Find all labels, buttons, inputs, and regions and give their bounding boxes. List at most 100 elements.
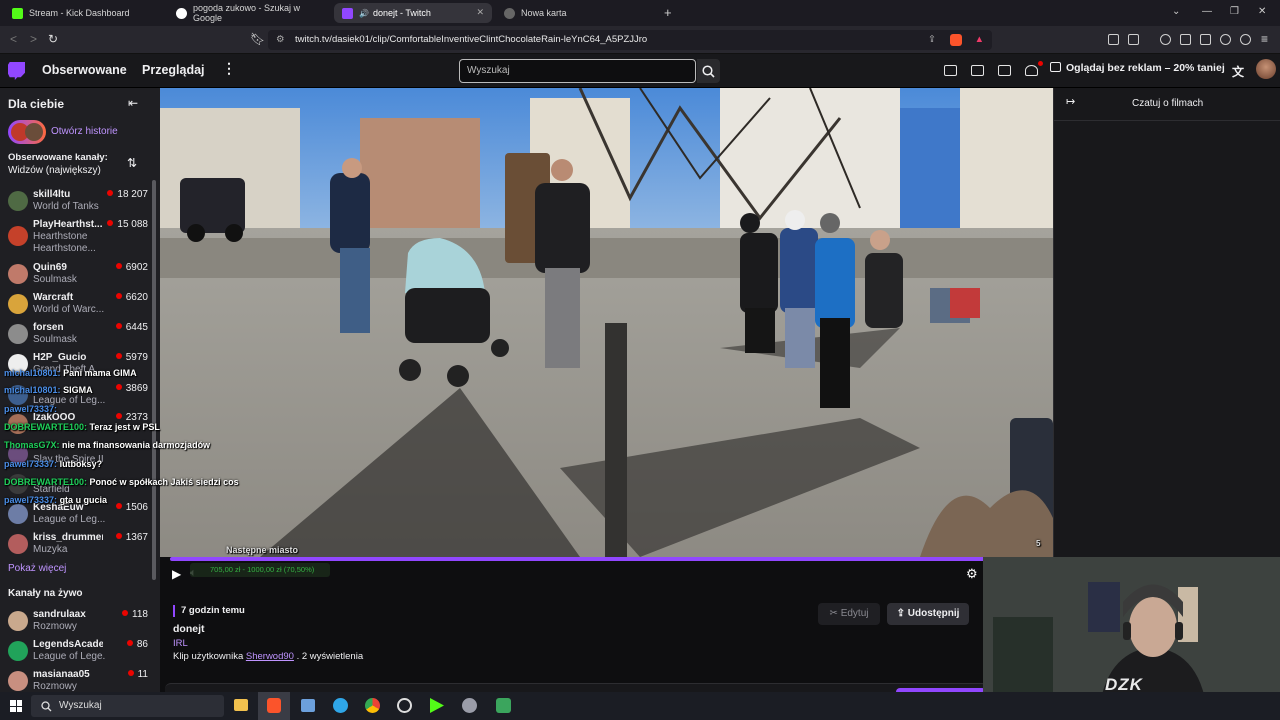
sidebar-title: Dla ciebie [8, 97, 65, 111]
brave-shield-icon[interactable] [950, 34, 962, 46]
share-icon[interactable]: ⇪ [928, 30, 936, 50]
app-icon[interactable] [301, 699, 315, 712]
chat-overlay-message: DOBREWARTE100: Teraz jest w PSL [4, 422, 160, 432]
prime-offer-button[interactable]: Oglądaj bez reklam – 20% taniej [1050, 62, 1225, 74]
obs-icon[interactable] [397, 698, 412, 713]
windows-start-icon[interactable] [10, 700, 22, 712]
sidebar-item-quin69[interactable]: Quin69 Soulmask 6902 [8, 261, 148, 291]
chat-username: ThomasG7X: [4, 440, 60, 450]
channel-game: Hearthstone [33, 231, 88, 242]
channel-avatar [8, 226, 28, 246]
reload-icon[interactable]: ↻ [48, 32, 58, 46]
app-icon[interactable] [496, 698, 511, 713]
sidebar-item-playhearthstone[interactable]: PlayHearthst... Hearthstone Hearthstone.… [8, 218, 148, 254]
sidebar-scrollbar[interactable] [152, 180, 156, 580]
search-button[interactable] [697, 59, 720, 83]
twitch-logo-icon[interactable] [8, 62, 25, 80]
sidebar-item-legendsacademy[interactable]: LegendsAcade... League of Lege... 86 [8, 638, 148, 668]
extensions-icon[interactable] [1108, 34, 1119, 45]
chat-username: DOBREWARTE100: [4, 422, 88, 432]
sort-icon[interactable]: ⇅ [127, 156, 137, 170]
play-icon[interactable]: ▶ [172, 567, 181, 581]
brave-rewards-icon[interactable]: ▲ [975, 30, 984, 50]
channel-game: Rozmowy [33, 681, 77, 692]
close-tab-icon[interactable]: ✕ [476, 7, 484, 18]
sidebar-item-skill4ltu[interactable]: skill4ltu World of Tanks 18 207 [8, 188, 148, 218]
sidebar-item-sandrulaax[interactable]: sandrulaax Rozmowy 118 [8, 608, 148, 638]
tab-twitch-clip[interactable]: 🔊 donejt - Twitch ✕ [334, 3, 492, 23]
prime-loot-icon[interactable] [944, 65, 957, 76]
minimize-icon[interactable]: — [1202, 6, 1212, 17]
close-icon[interactable]: ✕ [1258, 6, 1266, 17]
progress-bar[interactable] [170, 557, 1043, 561]
sidebar-item-warcraft[interactable]: Warcraft World of Warc... 6620 [8, 291, 148, 321]
video-player[interactable] [160, 88, 1053, 557]
menu-icon[interactable]: ≡ [1261, 32, 1268, 46]
video-overlay-counter: 5 [1036, 539, 1041, 548]
avatar[interactable] [1256, 59, 1276, 79]
share-button[interactable]: ⇪ Udostępnij [887, 603, 969, 625]
show-more-link[interactable]: Pokaż więcej [8, 563, 66, 574]
clip-author-link[interactable]: Sherwod90 [246, 651, 294, 662]
tab-new-tab[interactable]: Nowa karta [496, 3, 660, 23]
search-input[interactable]: Wyszukaj [459, 59, 696, 83]
browser-toolbar: < > ↻ 🔖︎ ⚙ twitch.tv/dasiek01/clip/Comfo… [0, 26, 1280, 54]
sidebar-icon[interactable] [1180, 34, 1191, 45]
taskbar-search-placeholder: Wyszukaj [59, 700, 102, 711]
tab-title: Stream - Kick Dashboard [29, 8, 130, 18]
sort-label[interactable]: Widzów (największy) [8, 165, 101, 176]
chat-text: SIGMA [63, 385, 93, 395]
open-stories-link[interactable]: Otwórz historie [51, 126, 118, 137]
clip-category-link[interactable]: IRL [173, 638, 188, 649]
chrome-icon[interactable] [365, 698, 380, 713]
address-bar[interactable]: ⚙ twitch.tv/dasiek01/clip/ComfortableInv… [268, 30, 992, 50]
clip-info: 7 godzin temu donejt IRL Klip użytkownik… [160, 589, 1053, 700]
channel-game: League of Lege... [33, 651, 105, 662]
bookmark-icon[interactable]: 🔖︎ [250, 32, 265, 46]
file-explorer-icon[interactable] [234, 699, 248, 711]
whispers-icon[interactable] [998, 65, 1011, 76]
back-icon[interactable]: < [10, 32, 17, 46]
vpn-icon[interactable] [1240, 34, 1251, 45]
wallet-icon[interactable] [1200, 34, 1211, 45]
channel-name: Quin69 [33, 262, 67, 273]
brave-icon[interactable] [267, 698, 281, 713]
clip-byline: Klip użytkownika Sherwod90 . 2 wyświetle… [173, 651, 363, 662]
inbox-icon[interactable] [971, 65, 984, 76]
translate-icon[interactable]: 文 [1232, 63, 1244, 80]
taskbar-search[interactable]: Wyszukaj [31, 695, 224, 717]
kick-icon[interactable] [430, 698, 444, 713]
tab-kick-dashboard[interactable]: Stream - Kick Dashboard [4, 3, 168, 23]
tab-google-search[interactable]: pogoda zukowo - Szukaj w Google [168, 3, 332, 23]
restore-icon[interactable]: ❐ [1230, 6, 1239, 17]
sidebar-item-keshaeuw[interactable]: KeshaEuw League of Leg... 1506 [8, 501, 148, 531]
channel-game: Soulmask [33, 274, 77, 285]
notifications-icon[interactable] [1025, 65, 1038, 76]
viewer-count: 86 [127, 639, 148, 650]
leo-icon[interactable] [1220, 34, 1231, 45]
donation-goal-bar: 705,00 zł - 1000,00 zł (70,50%) [190, 563, 330, 577]
story-avatar [25, 123, 43, 141]
sidebar-item-forsen[interactable]: forsen Soulmask 6445 [8, 321, 148, 351]
viewer-count: 1506 [116, 502, 148, 513]
music-icon[interactable] [1160, 34, 1171, 45]
sidebar-item-kriss-drummer[interactable]: kriss_drummer Muzyka 1367 [8, 531, 148, 561]
edit-button[interactable]: ✂ Edytuj [818, 603, 880, 625]
expand-icon[interactable]: ↦ [1066, 95, 1075, 108]
nav-following[interactable]: Obserwowane [42, 63, 127, 77]
plus-icon[interactable]: + [664, 5, 672, 20]
collapse-icon[interactable]: ⇤ [128, 96, 138, 110]
screenshot-icon[interactable] [1128, 34, 1139, 45]
app-icon[interactable] [462, 698, 477, 713]
more-icon[interactable]: ⋮ [222, 60, 236, 77]
site-settings-icon[interactable]: ⚙ [276, 30, 285, 50]
channel-name: kriss_drummer [33, 532, 103, 543]
forward-icon[interactable]: > [30, 32, 37, 46]
nav-browse[interactable]: Przeglądaj [142, 63, 205, 77]
settings-icon[interactable]: ⚙ [966, 566, 978, 582]
chevron-down-icon[interactable]: ⌄ [1172, 6, 1180, 17]
stories-row[interactable]: Otwórz historie [8, 120, 148, 144]
channel-game: World of Tanks [33, 201, 99, 212]
channel-avatar [8, 671, 28, 691]
edge-icon[interactable] [333, 698, 348, 713]
